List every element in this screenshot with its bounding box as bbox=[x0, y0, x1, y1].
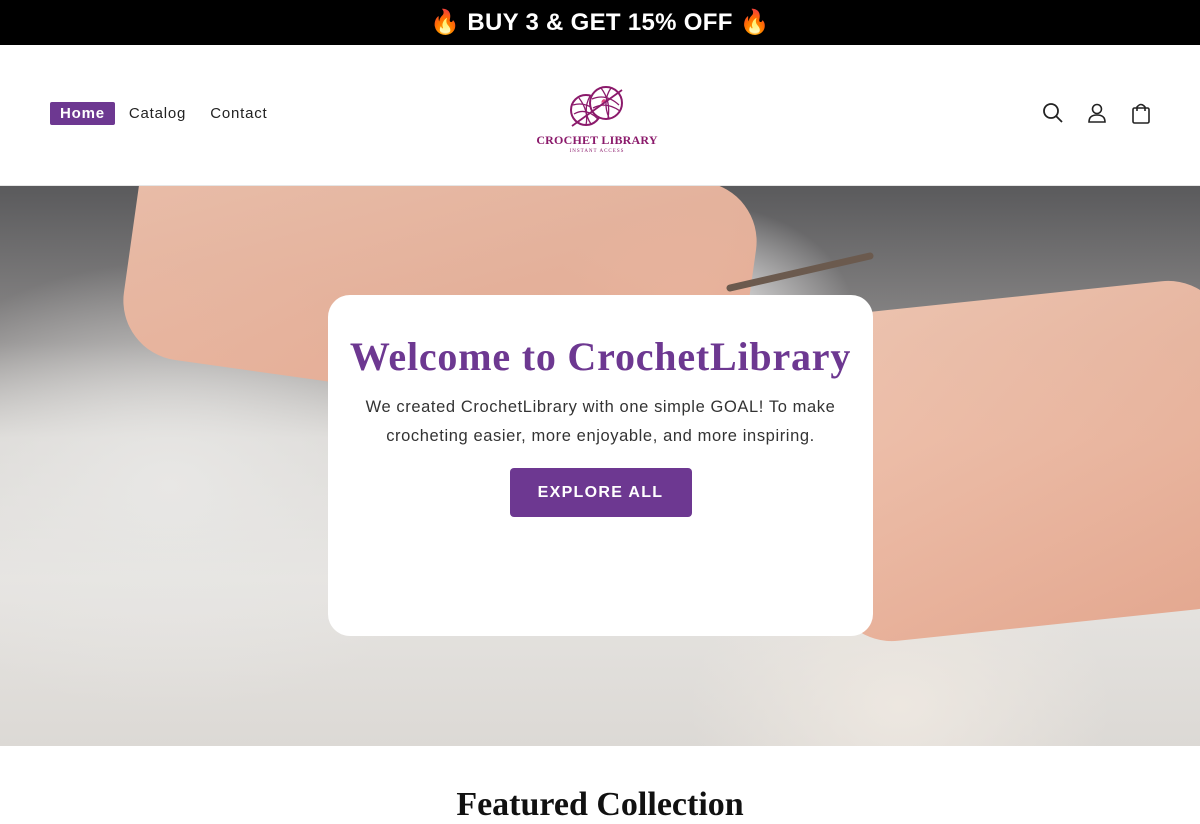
cart-icon[interactable] bbox=[1130, 102, 1152, 124]
hero-card: Welcome to CrochetLibrary We created Cro… bbox=[328, 295, 873, 636]
site-header: Home Catalog Contact CROCHET LIBRARY INS… bbox=[0, 45, 1200, 186]
main-nav: Home Catalog Contact bbox=[50, 102, 281, 125]
logo-text: CROCHET LIBRARY bbox=[536, 133, 658, 147]
header-icons bbox=[1042, 102, 1152, 124]
hero-title: Welcome to CrochetLibrary bbox=[349, 334, 852, 379]
knitting-needle-image bbox=[726, 252, 874, 292]
nav-catalog[interactable]: Catalog bbox=[119, 102, 196, 125]
yarn-balls-logo-icon bbox=[570, 86, 623, 127]
featured-title: Featured Collection bbox=[456, 786, 744, 823]
logo-subtext: INSTANT ACCESS bbox=[569, 149, 625, 154]
hero-banner: Welcome to CrochetLibrary We created Cro… bbox=[0, 186, 1200, 746]
nav-home[interactable]: Home bbox=[50, 102, 115, 125]
site-logo[interactable]: CROCHET LIBRARY INSTANT ACCESS bbox=[536, 81, 658, 161]
explore-all-button[interactable]: EXPLORE ALL bbox=[509, 468, 692, 517]
featured-section: Featured Collection bbox=[0, 746, 1200, 823]
hero-description: We created CrochetLibrary with one simpl… bbox=[365, 398, 836, 445]
announcement-bar: 🔥 BUY 3 & GET 15% OFF 🔥 bbox=[0, 0, 1200, 45]
search-icon[interactable] bbox=[1042, 102, 1064, 124]
announcement-text: 🔥 BUY 3 & GET 15% OFF 🔥 bbox=[430, 9, 770, 36]
nav-contact[interactable]: Contact bbox=[200, 102, 277, 125]
account-icon[interactable] bbox=[1086, 102, 1108, 124]
